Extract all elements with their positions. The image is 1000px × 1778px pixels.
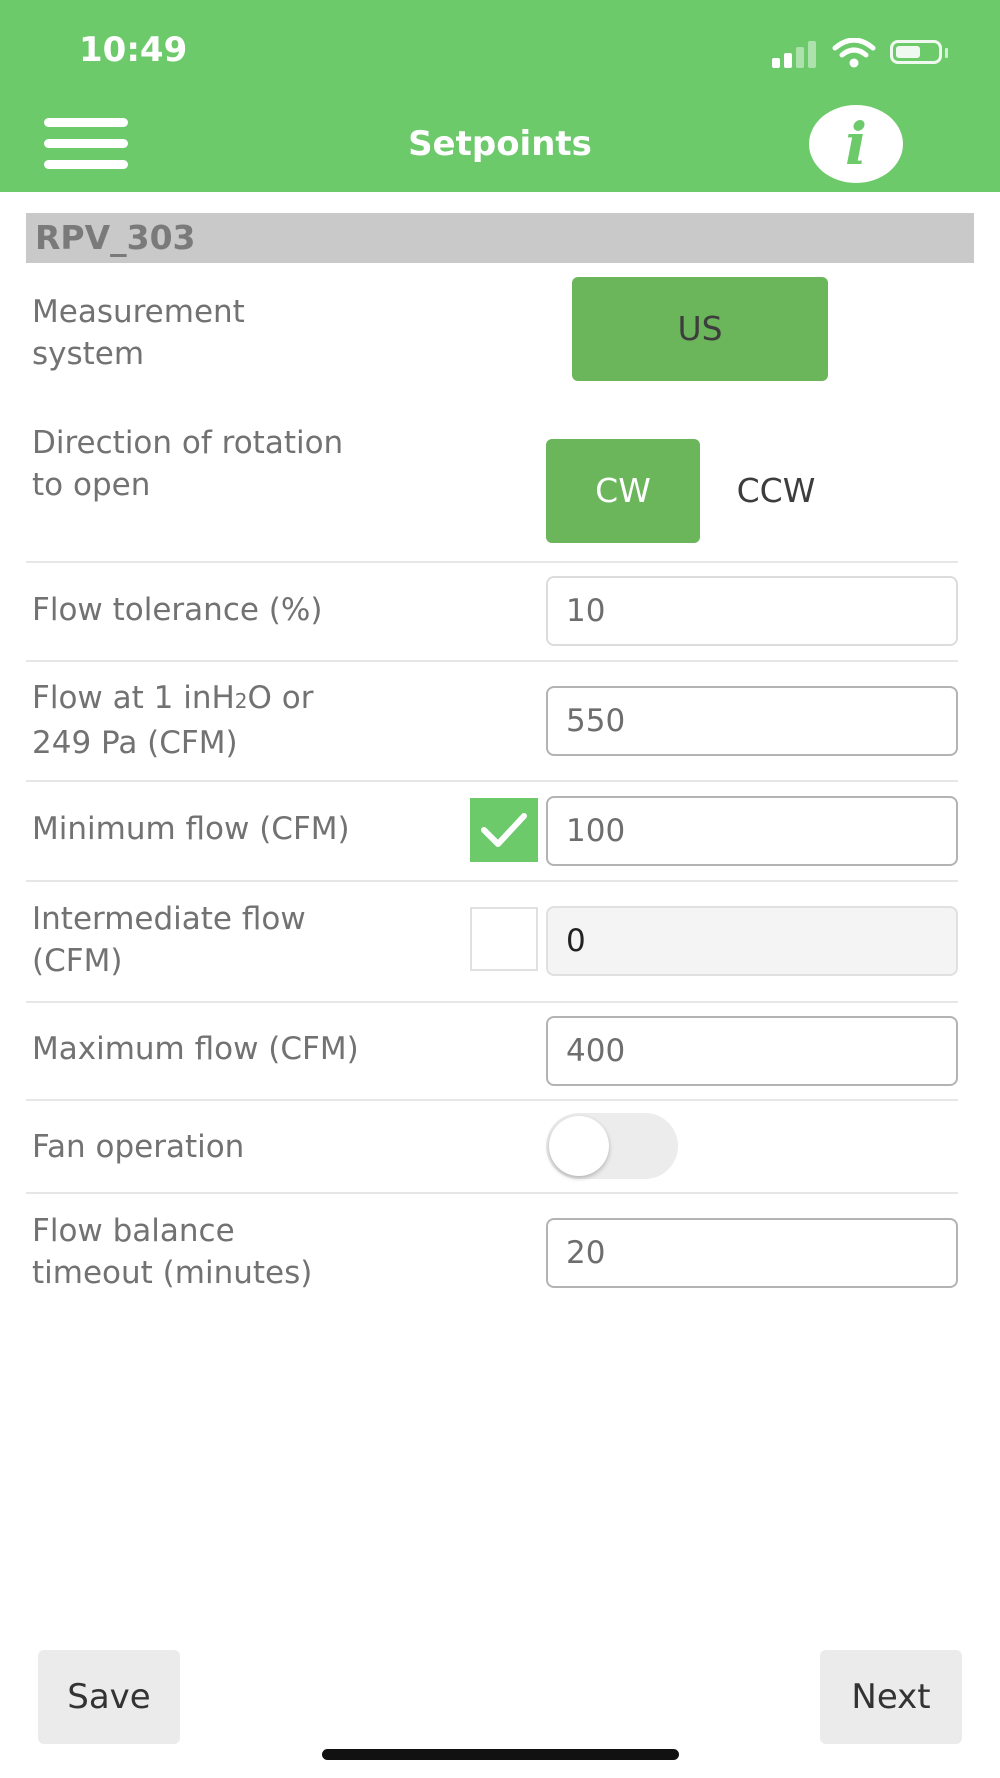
save-button[interactable]: Save <box>38 1650 180 1744</box>
device-name: RPV_303 <box>26 213 974 263</box>
flow-reference-input[interactable] <box>546 686 958 756</box>
info-icon[interactable]: i <box>809 105 903 183</box>
minimum-flow-label: Minimum flow (CFM) <box>32 811 350 847</box>
flow-reference-label: Flow at 1 inH2O or 249 Pa (CFM) <box>32 680 314 761</box>
next-button[interactable]: Next <box>820 1650 962 1744</box>
measurement-system-button[interactable]: US <box>572 277 828 381</box>
divider <box>26 880 958 882</box>
flow-tolerance-input[interactable] <box>546 576 958 646</box>
divider <box>26 780 958 782</box>
battery-icon <box>890 40 942 64</box>
divider <box>26 660 958 662</box>
checkmark-icon <box>481 813 527 847</box>
header-bar: 10:49 Setpoints i <box>0 0 1000 192</box>
divider <box>26 1099 958 1101</box>
toggle-knob <box>549 1116 609 1176</box>
rotation-ccw-button[interactable]: CCW <box>716 439 836 543</box>
divider <box>26 1001 958 1003</box>
divider <box>26 561 958 563</box>
minimum-flow-input[interactable] <box>546 796 958 866</box>
intermediate-flow-label: Intermediate flow (CFM) <box>32 901 306 979</box>
status-time: 10:49 <box>79 30 188 70</box>
status-icons <box>772 38 952 68</box>
measurement-system-label: Measurement system <box>32 294 245 372</box>
fan-operation-label: Fan operation <box>32 1129 245 1165</box>
divider <box>26 1192 958 1194</box>
intermediate-flow-checkbox[interactable] <box>470 907 538 971</box>
flow-balance-timeout-input[interactable] <box>546 1218 958 1288</box>
minimum-flow-checkbox[interactable] <box>470 798 538 862</box>
fan-operation-toggle[interactable] <box>546 1113 678 1179</box>
intermediate-flow-input[interactable] <box>546 906 958 976</box>
rotation-label: Direction of rotation to open <box>32 425 344 503</box>
home-indicator[interactable] <box>322 1749 679 1760</box>
flow-tolerance-label: Flow tolerance (%) <box>32 592 323 628</box>
rotation-cw-button[interactable]: CW <box>546 439 700 543</box>
maximum-flow-label: Maximum flow (CFM) <box>32 1031 359 1067</box>
flow-balance-timeout-label: Flow balance timeout (minutes) <box>32 1213 313 1291</box>
maximum-flow-input[interactable] <box>546 1016 958 1086</box>
wifi-icon <box>832 38 876 68</box>
